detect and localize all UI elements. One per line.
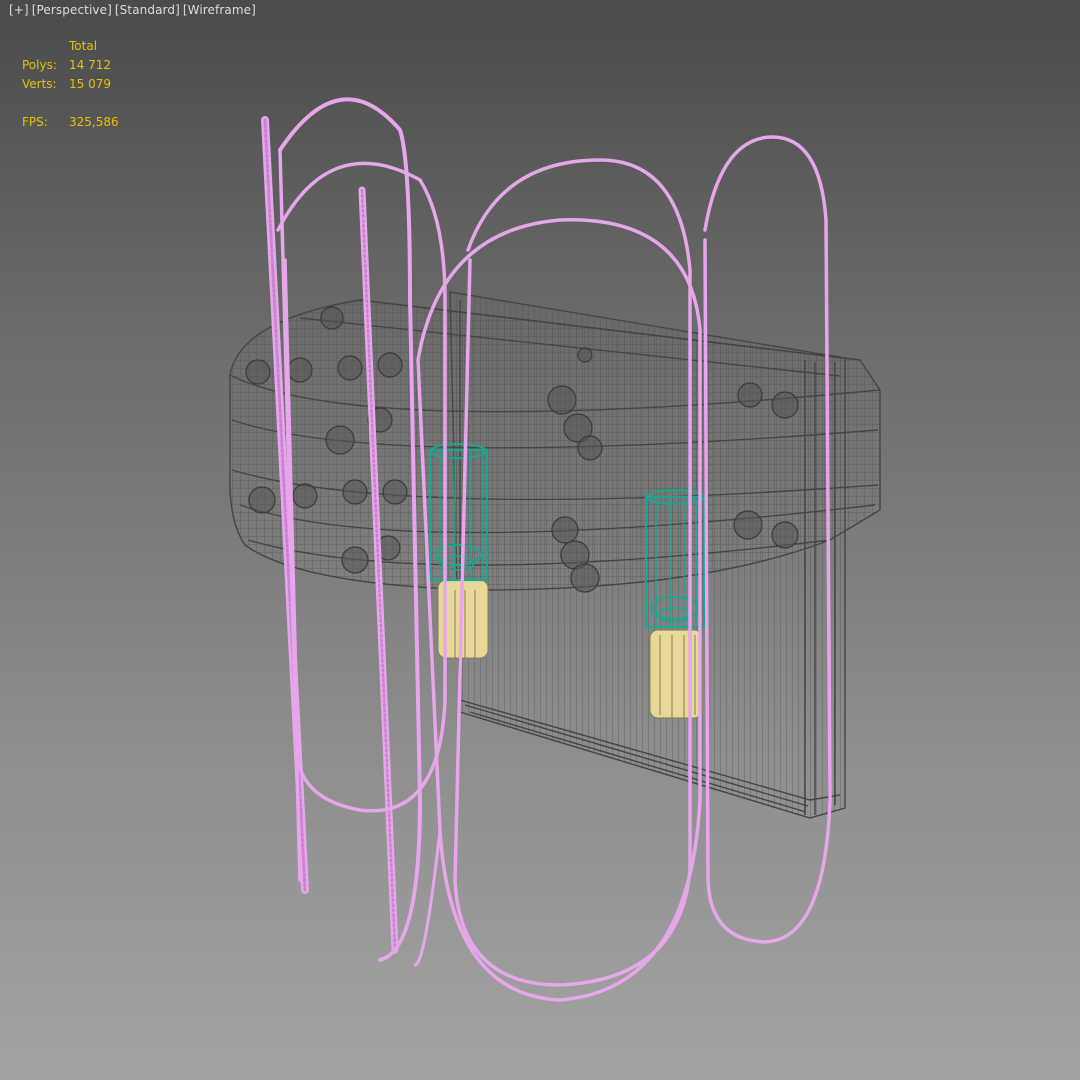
viewport-scene[interactable]: [0, 0, 1080, 1080]
